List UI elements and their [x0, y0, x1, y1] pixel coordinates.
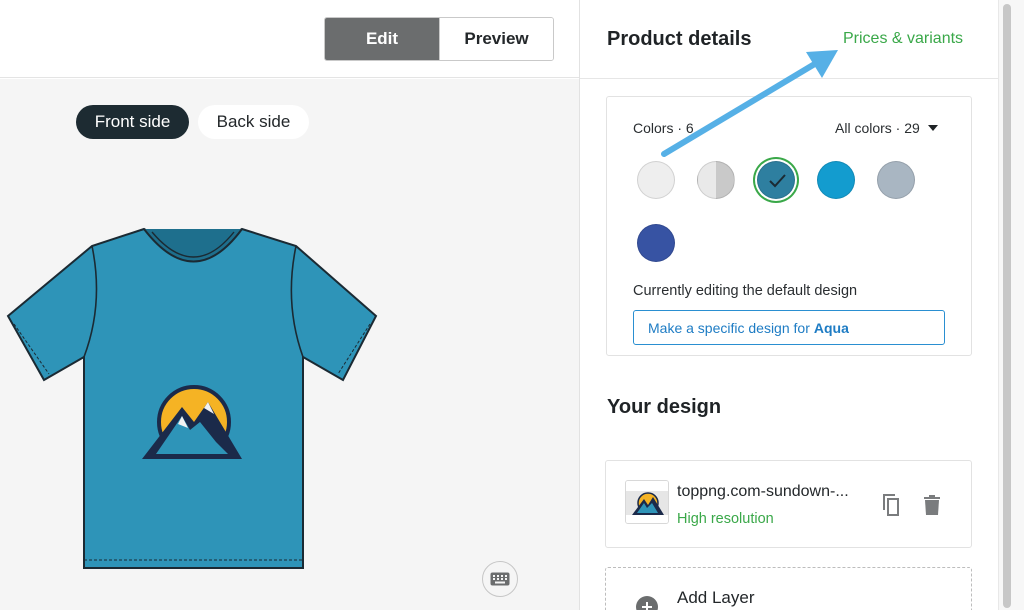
edit-button[interactable]: Edit: [325, 18, 439, 60]
all-colors-dropdown[interactable]: All colors · 29: [835, 120, 938, 136]
copy-icon: [883, 494, 899, 516]
tshirt-mockup: [6, 227, 378, 569]
preview-button[interactable]: Preview: [439, 18, 553, 60]
make-specific-design-button[interactable]: Make a specific design for Aqua: [633, 310, 945, 345]
color-swatch-royal-heather[interactable]: [637, 224, 675, 262]
delete-layer-button[interactable]: [918, 491, 946, 519]
layer-resolution-status: High resolution: [677, 511, 774, 527]
color-swatch-light-blue-grey[interactable]: [877, 161, 915, 199]
keyboard-shortcuts-button[interactable]: [482, 561, 518, 597]
color-swatch-cyan[interactable]: [817, 161, 855, 199]
specific-design-label: Make a specific design for: [648, 319, 810, 336]
product-editor: Edit Preview Front side Back side Produc…: [0, 0, 1024, 610]
layer-thumbnail: [625, 480, 669, 524]
duplicate-layer-button[interactable]: [876, 491, 904, 519]
back-side-button[interactable]: Back side: [198, 105, 309, 139]
plus-circle-icon: [636, 596, 658, 610]
prices-variants-link[interactable]: Prices & variants: [843, 30, 963, 48]
mountain-logo-thumbnail: [626, 481, 668, 523]
colors-card: Colors · 6 All colors · 29 Currently edi…: [606, 96, 972, 356]
your-design-title: Your design: [607, 396, 722, 418]
add-layer-button[interactable]: Add Layer: [605, 567, 972, 610]
product-details-title: Product details: [607, 28, 752, 50]
panel-scrollbar[interactable]: [998, 0, 1024, 610]
specific-design-color: Aqua: [813, 319, 849, 336]
trash-icon: [924, 495, 940, 515]
all-colors-label: All colors · 29: [835, 120, 920, 136]
colors-count: Colors · 6: [633, 120, 694, 136]
checkmark-icon: [769, 174, 786, 188]
color-swatch-heather-grey[interactable]: [697, 161, 735, 199]
add-layer-label: Add Layer: [677, 588, 755, 607]
scrollbar-thumb[interactable]: [1003, 4, 1011, 608]
editor-toolbar: Edit Preview: [0, 0, 579, 78]
panel-divider: [579, 0, 580, 610]
design-canvas: Front side Back side: [0, 79, 579, 610]
layer-name: toppng.com-sundown-...: [677, 483, 849, 500]
front-side-button[interactable]: Front side: [76, 105, 189, 139]
mode-toggle: Edit Preview: [324, 17, 554, 61]
color-swatch-aqua[interactable]: [757, 161, 795, 199]
layer-item[interactable]: toppng.com-sundown-... High resolution: [605, 460, 972, 548]
color-swatch-white[interactable]: [637, 161, 675, 199]
panel-separator: [580, 78, 998, 79]
editing-status-text: Currently editing the default design: [633, 283, 858, 299]
caret-down-icon: [927, 125, 938, 131]
keyboard-icon: [490, 572, 510, 586]
